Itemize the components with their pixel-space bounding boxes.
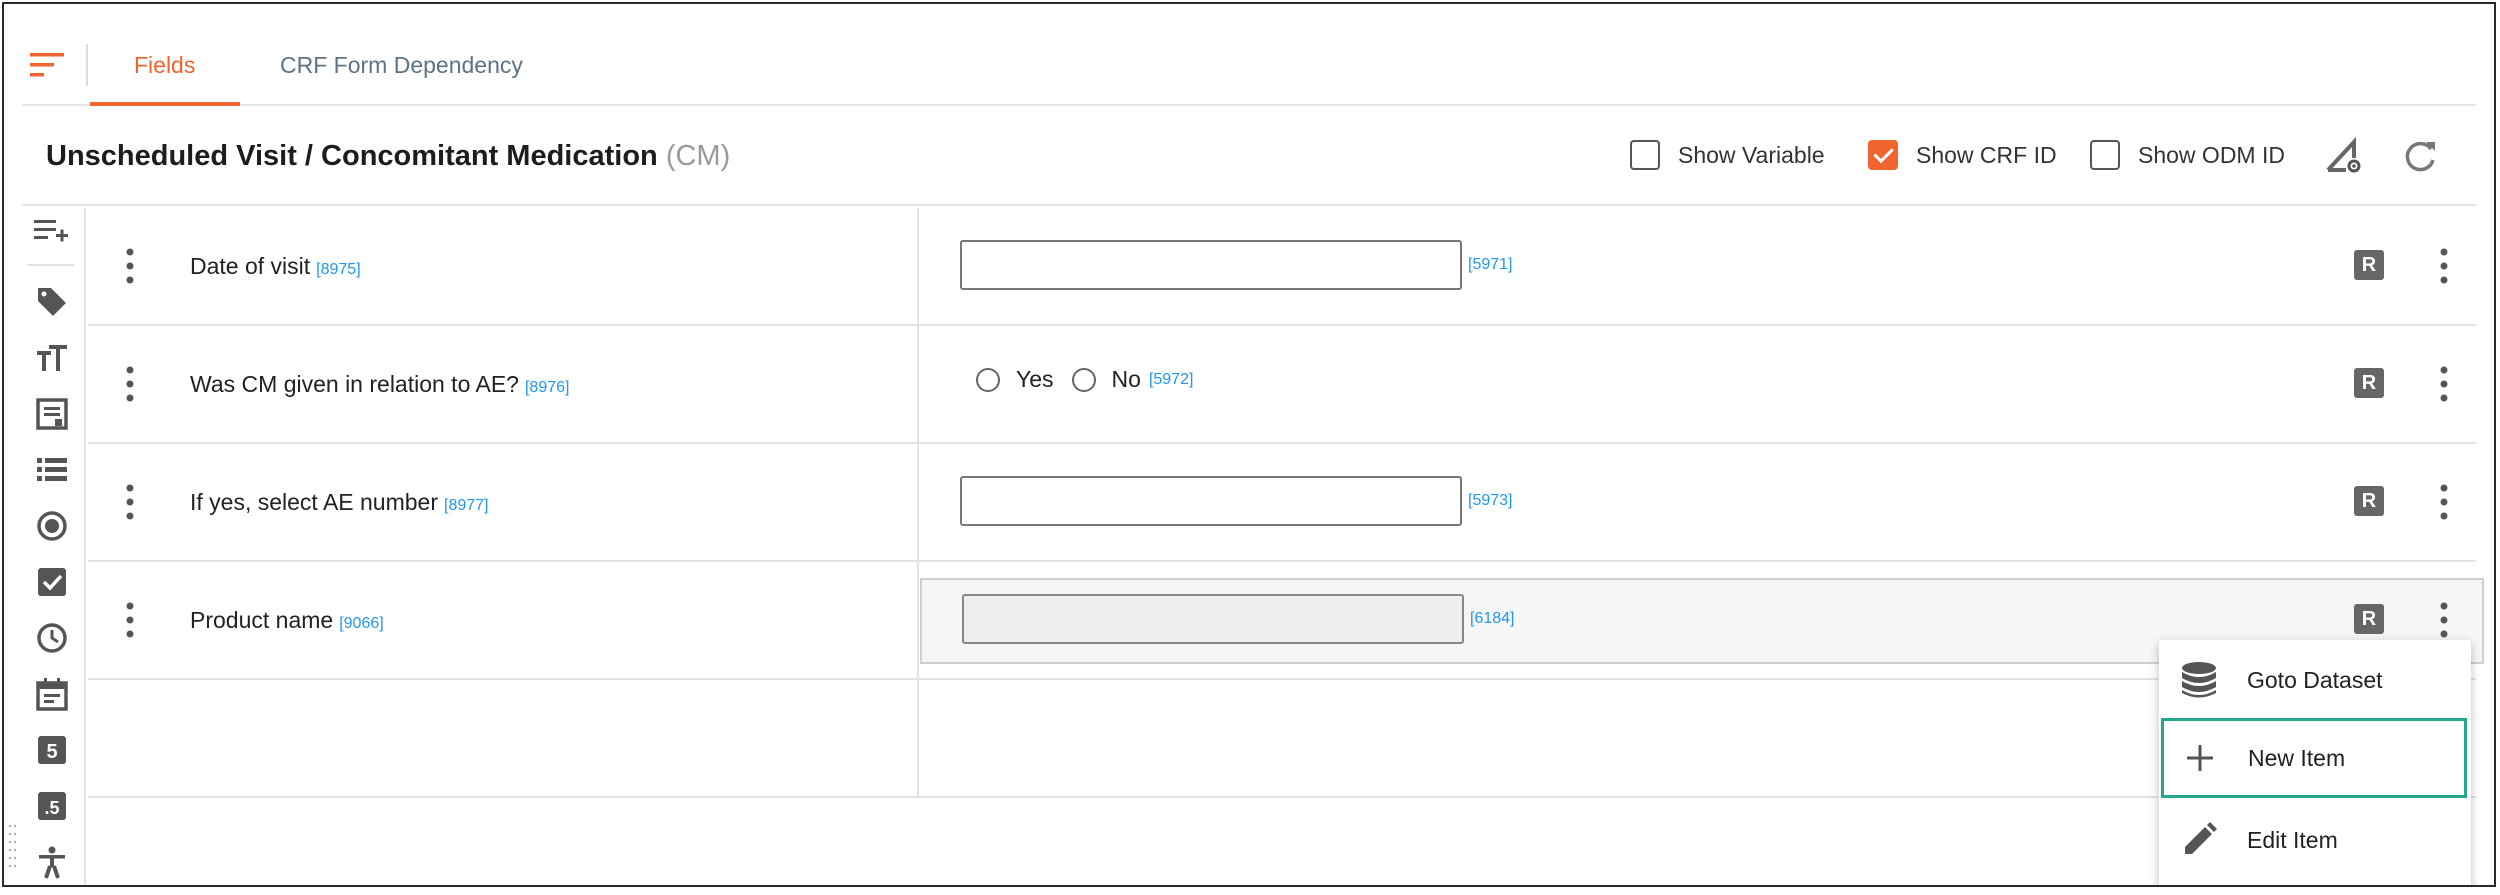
field-label-text: Date of visit xyxy=(190,253,311,279)
checkbox-label: Show CRF ID xyxy=(1916,141,2057,168)
field-label-text: If yes, select AE number xyxy=(190,489,439,515)
response-id: [5971] xyxy=(1468,256,1513,273)
field-id: [8975] xyxy=(316,261,361,278)
field-label: Date of visit [8975] xyxy=(190,253,361,280)
checkbox-box[interactable] xyxy=(2090,140,2120,170)
required-badge: R xyxy=(2354,604,2384,634)
toolbar-divider xyxy=(28,264,74,266)
more-vert-icon[interactable] xyxy=(2438,482,2450,522)
menu-item-edit-item[interactable]: Edit Item xyxy=(2159,800,2471,880)
refresh-icon[interactable] xyxy=(2400,136,2440,176)
field-label-text: Product name xyxy=(190,607,334,633)
radio-yes[interactable] xyxy=(976,367,1000,392)
show-crf-id-checkbox[interactable]: Show CRF ID xyxy=(1868,140,2057,170)
response-id: [5972] xyxy=(1148,370,1194,388)
add-row-icon[interactable] xyxy=(32,212,72,252)
radio-no[interactable] xyxy=(1071,367,1096,392)
field-id: [9066] xyxy=(339,615,384,632)
menu-item-label: Edit Item xyxy=(2247,826,2338,853)
field-type-toolbar: 5 .5 xyxy=(22,208,86,885)
required-badge: R xyxy=(2354,368,2384,398)
calendar-icon[interactable] xyxy=(32,674,72,714)
date-of-visit-input[interactable] xyxy=(960,240,1462,290)
more-vert-icon[interactable] xyxy=(2438,246,2450,286)
form-title: Unscheduled Visit / Concomitant Medicati… xyxy=(46,140,658,172)
integer-icon[interactable]: 5 xyxy=(32,730,72,770)
decimal-icon[interactable]: .5 xyxy=(32,786,72,826)
tab-fields[interactable]: Fields xyxy=(134,52,195,79)
column-divider xyxy=(917,680,919,798)
column-divider xyxy=(917,562,919,680)
table-row: Product name [9066] [6184] R xyxy=(88,562,2484,680)
drag-handle-icon[interactable] xyxy=(124,246,136,286)
response-id: [5973] xyxy=(1468,492,1513,509)
column-divider xyxy=(917,208,919,326)
page-title: Unscheduled Visit / Concomitant Medicati… xyxy=(46,140,730,173)
field-label: Product name [9066] xyxy=(190,607,384,634)
form-header: Unscheduled Visit / Concomitant Medicati… xyxy=(22,108,2476,206)
yes-no-radio-group: Yes No [5972] xyxy=(976,366,1193,393)
active-tab-indicator xyxy=(90,102,240,106)
field-label-text: Was CM given in relation to AE? xyxy=(190,371,519,397)
show-variable-checkbox[interactable]: Show Variable xyxy=(1630,140,1825,170)
database-icon xyxy=(2177,658,2221,702)
plus-icon xyxy=(2178,736,2222,780)
drag-handle-icon[interactable] xyxy=(124,482,136,522)
checkbox-icon[interactable] xyxy=(32,562,72,602)
note-icon[interactable] xyxy=(32,394,72,434)
menu-item-label: New Item xyxy=(2248,744,2346,771)
more-vert-icon[interactable] xyxy=(2438,600,2450,640)
checkbox-label: Show ODM ID xyxy=(2138,141,2285,168)
field-id: [8976] xyxy=(524,379,570,396)
tab-bar: Fields CRF Form Dependency xyxy=(22,24,2476,106)
form-code: (CM) xyxy=(665,140,731,172)
tab-crf-form-dependency[interactable]: CRF Form Dependency xyxy=(280,52,523,79)
more-vert-icon[interactable] xyxy=(2438,364,2450,404)
required-badge: R xyxy=(2354,486,2384,516)
menu-item-goto-dataset[interactable]: Goto Dataset xyxy=(2159,640,2471,720)
ae-number-input[interactable] xyxy=(960,476,1462,526)
checkbox-box[interactable] xyxy=(1868,140,1898,170)
app-frame: Fields CRF Form Dependency Unscheduled V… xyxy=(2,2,2496,887)
tag-icon[interactable] xyxy=(32,282,72,322)
table-row: If yes, select AE number [8977] [5973] R xyxy=(88,444,2476,562)
pencil-icon xyxy=(2177,818,2221,862)
drag-handle-icon[interactable] xyxy=(124,600,136,640)
radio-yes-label: Yes xyxy=(1016,366,1054,392)
table-row: Date of visit [8975] [5971] R xyxy=(88,208,2476,326)
response-id: [6184] xyxy=(1470,610,1515,627)
sort-menu-icon[interactable] xyxy=(30,50,66,80)
accessibility-icon[interactable] xyxy=(32,842,72,882)
row-context-menu: Goto Dataset New Item Edit Item xyxy=(2159,640,2471,885)
tab-separator xyxy=(86,44,88,86)
field-id: [8977] xyxy=(444,497,489,514)
table-row: Was CM given in relation to AE? [8976] Ye… xyxy=(88,326,2476,444)
menu-item-label: Goto Dataset xyxy=(2247,666,2383,693)
text-size-icon[interactable] xyxy=(32,338,72,378)
resize-grip-icon[interactable] xyxy=(8,822,18,878)
show-odm-id-checkbox[interactable]: Show ODM ID xyxy=(2090,140,2285,170)
radio-no-label: No xyxy=(1111,366,1141,392)
field-label: Was CM given in relation to AE? [8976] xyxy=(190,371,569,398)
checkbox-box[interactable] xyxy=(1630,140,1660,170)
clock-icon[interactable] xyxy=(32,618,72,658)
field-label: If yes, select AE number [8977] xyxy=(190,489,489,516)
list-icon[interactable] xyxy=(32,450,72,490)
svg-text:5: 5 xyxy=(46,741,57,763)
signal-settings-icon[interactable] xyxy=(2324,136,2364,176)
drag-handle-icon[interactable] xyxy=(124,364,136,404)
radio-icon[interactable] xyxy=(32,506,72,546)
product-name-input[interactable] xyxy=(962,594,1464,644)
empty-row xyxy=(88,680,2476,798)
svg-text:.5: .5 xyxy=(44,798,59,818)
column-divider xyxy=(917,326,919,444)
required-badge: R xyxy=(2354,250,2384,280)
menu-item-new-item[interactable]: New Item xyxy=(2161,718,2467,798)
column-divider xyxy=(917,444,919,562)
checkbox-label: Show Variable xyxy=(1678,141,1825,168)
